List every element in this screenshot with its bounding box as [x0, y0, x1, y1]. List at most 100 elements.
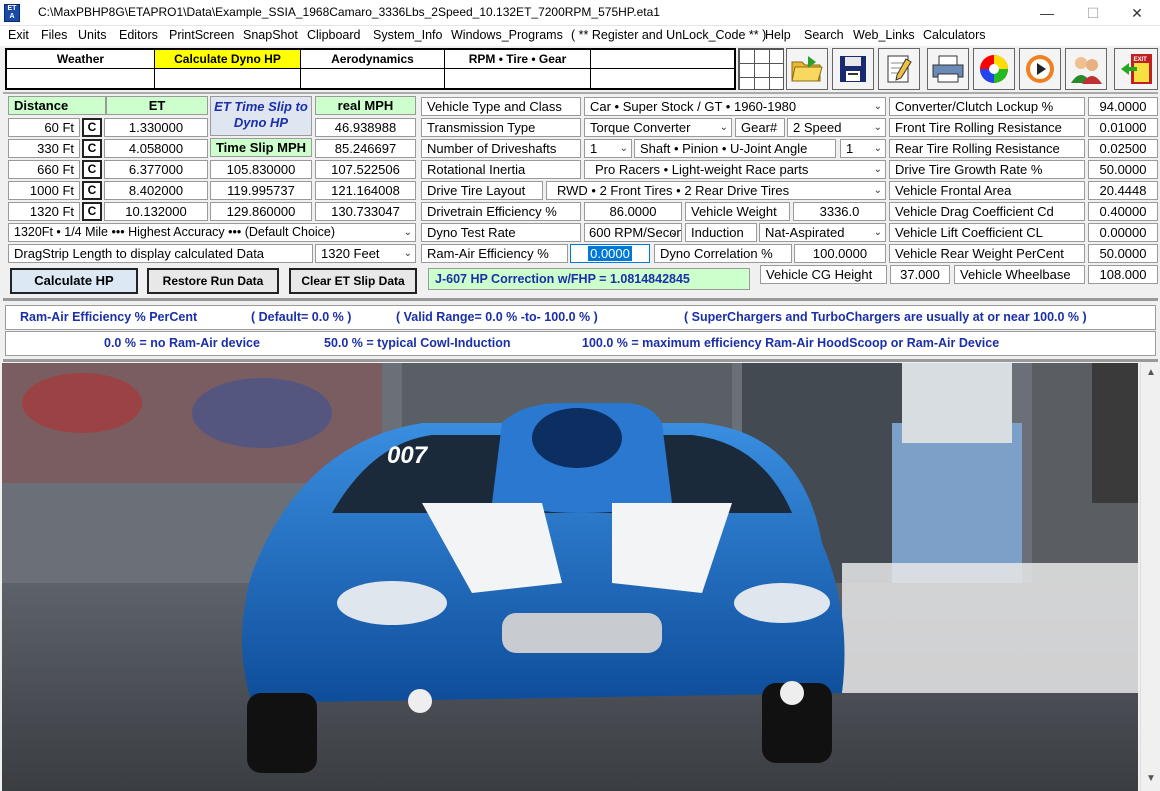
clear-row-button[interactable]: C	[82, 202, 102, 221]
menu-exit[interactable]: Exit	[8, 28, 29, 42]
weight-input[interactable]: 3336.0	[793, 202, 886, 221]
tab-calculate-dyno-hp[interactable]: Calculate Dyno HP	[155, 50, 301, 69]
menu-windows-programs[interactable]: Windows_Programs	[451, 28, 563, 42]
restore-run-data-button[interactable]: Restore Run Data	[147, 268, 279, 294]
vertical-scrollbar[interactable]: ▲ ▼	[1140, 363, 1160, 791]
ramair-input[interactable]: 0.0000	[570, 244, 650, 263]
tab-weather[interactable]: Weather	[7, 50, 155, 69]
right-param-input[interactable]: 50.0000	[1088, 244, 1158, 263]
transmission-label: Transmission Type	[421, 118, 581, 137]
tab-empty[interactable]	[591, 50, 734, 69]
media-button[interactable]	[1019, 48, 1061, 90]
dyno-rate-label: Dyno Test Rate	[421, 223, 581, 242]
driveshafts-select[interactable]: 1 ⌄	[584, 139, 632, 158]
dyno-rate-select[interactable]: 600 RPM/Second ⌄	[584, 223, 682, 242]
tire-layout-select[interactable]: RWD • 2 Front Tires • 2 Rear Drive Tires…	[546, 181, 886, 200]
row-distance: 60 Ft	[8, 118, 80, 137]
vehicle-type-select-value: Car • Super Stock / GT • 1960-1980	[590, 99, 797, 114]
uj-angle-select[interactable]: 1 ⌄	[840, 139, 886, 158]
menu-printscreen[interactable]: PrintScreen	[169, 28, 234, 42]
dragstrip-select[interactable]: 1320 Feet ⌄	[315, 244, 416, 263]
menu-files[interactable]: Files	[41, 28, 67, 42]
wheelbase-input[interactable]: 108.000	[1088, 265, 1158, 284]
menu-web-links[interactable]: Web_Links	[853, 28, 915, 42]
timeslip-mph-input[interactable]: 129.860000	[210, 202, 312, 221]
help-title: Ram-Air Efficiency % PerCent	[20, 310, 198, 324]
menu-clipboard[interactable]: Clipboard	[307, 28, 361, 42]
open-folder-button[interactable]	[786, 48, 828, 90]
right-param-input[interactable]: 0.40000	[1088, 202, 1158, 221]
transmission-select-value: Torque Converter	[590, 120, 691, 135]
menu-search[interactable]: Search	[804, 28, 844, 42]
grid-icon[interactable]	[738, 48, 784, 90]
et-input[interactable]: 4.058000	[104, 139, 208, 158]
chevron-down-icon: ⌄	[873, 227, 882, 238]
timeslip-mph-input[interactable]: 119.995737	[210, 181, 312, 200]
accuracy-select[interactable]: 1320Ft • 1/4 Mile ••• Highest Accuracy •…	[8, 223, 416, 242]
separator-top	[3, 92, 1158, 94]
cg-height-input[interactable]: 37.000	[890, 265, 950, 284]
vehicle-type-select[interactable]: Car • Super Stock / GT • 1960-1980 ⌄	[584, 97, 886, 116]
notepad-button[interactable]	[878, 48, 920, 90]
inertia-select[interactable]: Pro Racers • Light-weight Race parts ⌄	[584, 160, 886, 179]
calculate-hp-button[interactable]: Calculate HP	[10, 268, 138, 294]
dyno-correlation-input[interactable]: 100.0000	[794, 244, 886, 263]
menu-register[interactable]: ( ** Register and UnLock_Code ** )	[571, 28, 766, 42]
car-number: 007	[387, 442, 429, 469]
tab-sub-dyno	[155, 69, 301, 88]
right-param-input[interactable]: 20.4448	[1088, 181, 1158, 200]
help-panel-line2: 0.0 % = no Ram-Air device 50.0 % = typic…	[5, 331, 1156, 356]
gear-select-value: 2 Speed	[793, 120, 842, 135]
menu-editors[interactable]: Editors	[119, 28, 158, 42]
right-param-input[interactable]: 94.0000	[1088, 97, 1158, 116]
save-button[interactable]	[832, 48, 874, 90]
et-input[interactable]: 6.377000	[104, 160, 208, 179]
et-input[interactable]: 10.132000	[104, 202, 208, 221]
efficiency-input[interactable]: 86.0000	[584, 202, 682, 221]
et-input[interactable]: 1.330000	[104, 118, 208, 137]
induction-select[interactable]: Nat-Aspirated ⌄	[759, 223, 886, 242]
print-button[interactable]	[927, 48, 969, 90]
menu-units[interactable]: Units	[78, 28, 106, 42]
close-button[interactable]: ✕	[1114, 0, 1160, 26]
et-input[interactable]: 8.402000	[104, 181, 208, 200]
tab-aerodynamics[interactable]: Aerodynamics	[301, 50, 445, 69]
minimize-button[interactable]: —	[1024, 0, 1070, 26]
wheelbase-label: Vehicle Wheelbase	[954, 265, 1085, 284]
clear-row-button[interactable]: C	[82, 160, 102, 179]
exit-button[interactable]: EXIT	[1114, 48, 1158, 90]
maximize-button[interactable]: ☐	[1070, 0, 1116, 26]
clear-row-button[interactable]: C	[82, 181, 102, 200]
right-param-label: Vehicle Rear Weight PerCent	[889, 244, 1085, 263]
scroll-down-icon[interactable]: ▼	[1146, 773, 1156, 784]
transmission-select[interactable]: Torque Converter ⌄	[584, 118, 732, 137]
timeslip-mph-input[interactable]: 105.830000	[210, 160, 312, 179]
clear-row-button[interactable]: C	[82, 118, 102, 137]
scroll-up-icon[interactable]: ▲	[1146, 367, 1156, 378]
ramair-label: Ram-Air Efficiency %	[421, 244, 568, 263]
inertia-label: Rotational Inertia	[421, 160, 581, 179]
right-param-input[interactable]: 0.01000	[1088, 118, 1158, 137]
right-param-input[interactable]: 50.0000	[1088, 160, 1158, 179]
header-timeslip-mph: Time Slip MPH	[210, 138, 312, 157]
clear-et-slip-button[interactable]: Clear ET Slip Data	[289, 268, 417, 294]
right-param-input[interactable]: 0.00000	[1088, 223, 1158, 242]
dyno-correlation-label: Dyno Correlation %	[654, 244, 792, 263]
tab-rpm-tire-gear[interactable]: RPM • Tire • Gear	[445, 50, 591, 69]
users-button[interactable]	[1065, 48, 1107, 90]
help-range: ( Valid Range= 0.0 % -to- 100.0 % )	[396, 310, 598, 324]
right-param-input[interactable]: 0.02500	[1088, 139, 1158, 158]
clear-row-button[interactable]: C	[82, 139, 102, 158]
tab-sub-weather	[7, 69, 155, 88]
efficiency-label: Drivetrain Efficiency %	[421, 202, 581, 221]
menu-snapshot[interactable]: SnapShot	[243, 28, 298, 42]
menu-calculators[interactable]: Calculators	[923, 28, 986, 42]
uj-angle-select-value: 1	[846, 141, 854, 156]
menu-system-info[interactable]: System_Info	[373, 28, 442, 42]
gear-select[interactable]: 2 Speed ⌄	[787, 118, 886, 137]
menu-help[interactable]: Help	[765, 28, 791, 42]
menu-bar: Exit Files Units Editors PrintScreen Sna…	[0, 26, 1160, 46]
color-button[interactable]	[973, 48, 1015, 90]
real-mph-value: 130.733047	[315, 202, 416, 221]
help-cowl: 50.0 % = typical Cowl-Induction	[324, 336, 511, 350]
